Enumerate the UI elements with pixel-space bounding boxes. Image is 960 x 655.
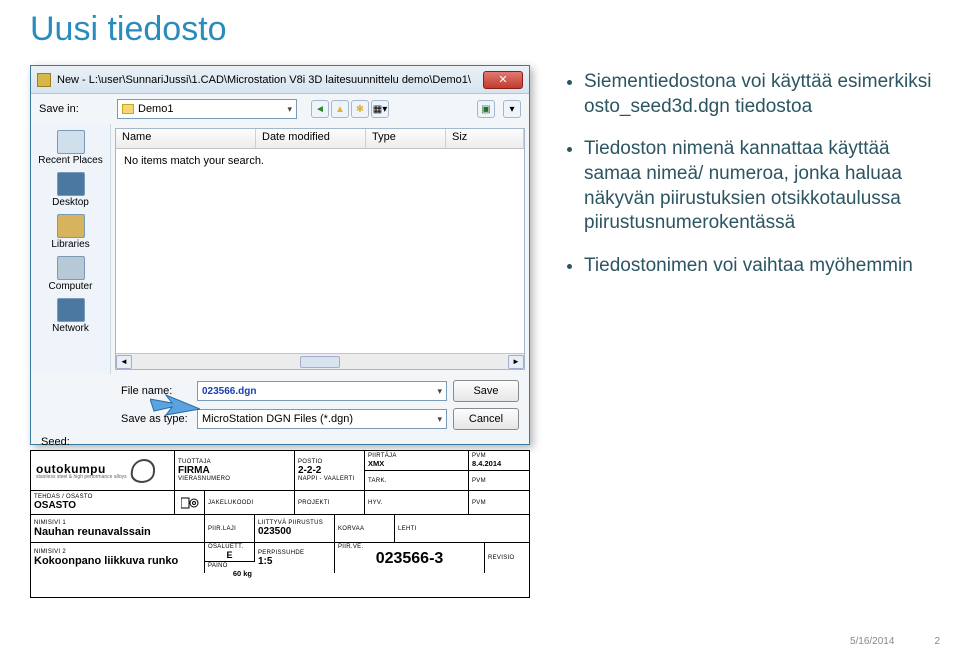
extra1-button[interactable]: ▣ bbox=[477, 100, 495, 118]
extra2-button[interactable]: ▾ bbox=[503, 100, 521, 118]
views-button[interactable]: ▦▾ bbox=[371, 100, 389, 118]
h-scrollbar[interactable]: ◄ ► bbox=[116, 353, 524, 369]
lbl-nappi: NAPPI - VAALERTI bbox=[298, 476, 361, 482]
save-in-value: Demo1 bbox=[138, 103, 173, 115]
val-postio: 2-2-2 bbox=[298, 465, 361, 476]
projection-icon bbox=[181, 496, 199, 510]
toolbar: Save in: Demo1 ◄ ▲ ✱ ▦▾ ▣ ▾ bbox=[31, 94, 529, 124]
val-firma: FIRMA bbox=[178, 465, 291, 476]
lbl-lehti: LEHTI bbox=[398, 526, 526, 532]
title-block: outokumpu stainless steel & high perform… bbox=[30, 450, 530, 598]
save-type-value: MicroStation DGN Files (*.dgn) bbox=[202, 413, 353, 425]
lbl-vierasnro: VIERASNUMERO bbox=[178, 476, 291, 482]
place-label: Recent Places bbox=[38, 155, 102, 166]
lbl-pirlaji: PIIR.LAJI bbox=[208, 526, 251, 532]
lbl-rev: REVISIO bbox=[488, 555, 526, 561]
titlebar: New - L:\user\SunnariJussi\1.CAD\Microst… bbox=[31, 66, 529, 94]
lbl-hyv-pvm: PVM bbox=[472, 500, 526, 506]
val-osasto: OSASTO bbox=[34, 500, 171, 511]
val-piirtaja: XMX bbox=[368, 459, 465, 468]
file-list[interactable]: Name Date modified Type Siz No items mat… bbox=[115, 128, 525, 370]
place-label: Computer bbox=[49, 281, 93, 292]
save-type-field[interactable]: MicroStation DGN Files (*.dgn) bbox=[197, 409, 447, 429]
window-title: New - L:\user\SunnariJussi\1.CAD\Microst… bbox=[57, 74, 483, 86]
bullet-2: Tiedoston nimenä kannattaa käyttää samaa… bbox=[584, 137, 942, 236]
lbl-projekti: PROJEKTI bbox=[298, 500, 361, 506]
places-bar: Recent Places Desktop Libraries Computer… bbox=[31, 124, 111, 374]
logo-ring-icon bbox=[129, 459, 156, 483]
newfolder-button[interactable]: ✱ bbox=[351, 100, 369, 118]
place-label: Libraries bbox=[51, 239, 89, 250]
lbl-tark-pvm: PVM bbox=[472, 478, 526, 484]
brand-tagline: stainless steel & high performance alloy… bbox=[36, 474, 127, 480]
val-liittyva: 023500 bbox=[258, 526, 331, 537]
place-label: Desktop bbox=[52, 197, 89, 208]
lbl-jakelu: JAKELUKOODI bbox=[208, 500, 291, 506]
val-piirno: 023566-3 bbox=[338, 550, 481, 568]
place-network[interactable]: Network bbox=[31, 298, 110, 334]
save-type-label: Save as type: bbox=[121, 413, 191, 425]
scroll-thumb[interactable] bbox=[300, 356, 340, 368]
file-name-value: 023566.dgn bbox=[202, 386, 256, 397]
bullet-1: Siementiedostona voi käyttää esimerkiksi… bbox=[584, 70, 942, 119]
scroll-right[interactable]: ► bbox=[508, 355, 524, 369]
lbl-korvaa: KORVAA bbox=[338, 526, 391, 532]
seed-label: Seed: bbox=[41, 436, 65, 448]
folder-icon bbox=[122, 104, 134, 114]
save-button[interactable]: Save bbox=[453, 380, 519, 402]
save-dialog: New - L:\user\SunnariJussi\1.CAD\Microst… bbox=[30, 65, 530, 445]
file-name-label: File name: bbox=[121, 385, 191, 397]
lbl-hyv: HYV. bbox=[368, 500, 465, 506]
val-nim2: Kokoonpano liikkuva runko bbox=[34, 555, 201, 567]
bullet-3: Tiedostonimen voi vaihtaa myöhemmin bbox=[584, 254, 942, 279]
app-icon bbox=[37, 73, 51, 87]
footer-page: 2 bbox=[934, 636, 940, 647]
bullets: Siementiedostona voi käyttää esimerkiksi… bbox=[562, 70, 942, 297]
place-desktop[interactable]: Desktop bbox=[31, 172, 110, 208]
col-name[interactable]: Name bbox=[116, 129, 256, 148]
footer: 5/16/2014 2 bbox=[850, 636, 940, 647]
up-button[interactable]: ▲ bbox=[331, 100, 349, 118]
place-recent[interactable]: Recent Places bbox=[31, 130, 110, 166]
lbl-tark: TARK. bbox=[368, 478, 465, 484]
logo-cell: outokumpu stainless steel & high perform… bbox=[31, 451, 175, 491]
col-type[interactable]: Type bbox=[366, 129, 446, 148]
close-button[interactable]: ✕ bbox=[483, 71, 523, 89]
scroll-left[interactable]: ◄ bbox=[116, 355, 132, 369]
save-in-combo[interactable]: Demo1 bbox=[117, 99, 297, 119]
val-pvm: 8.4.2014 bbox=[472, 459, 526, 468]
back-button[interactable]: ◄ bbox=[311, 100, 329, 118]
col-size[interactable]: Siz bbox=[446, 129, 524, 148]
val-osal: E bbox=[208, 550, 251, 560]
empty-message: No items match your search. bbox=[116, 149, 524, 173]
val-perp: 1:5 bbox=[258, 556, 331, 567]
place-libraries[interactable]: Libraries bbox=[31, 214, 110, 250]
footer-date: 5/16/2014 bbox=[850, 636, 895, 647]
cancel-button[interactable]: Cancel bbox=[453, 408, 519, 430]
file-name-field[interactable]: 023566.dgn bbox=[197, 381, 447, 401]
place-computer[interactable]: Computer bbox=[31, 256, 110, 292]
proj-icon-cell bbox=[175, 491, 205, 515]
val-nim1: Nauhan reunavalssain bbox=[34, 526, 201, 538]
list-header[interactable]: Name Date modified Type Siz bbox=[116, 129, 524, 149]
col-date[interactable]: Date modified bbox=[256, 129, 366, 148]
save-in-label: Save in: bbox=[39, 103, 109, 115]
place-label: Network bbox=[52, 323, 89, 334]
val-paino: 60 kg bbox=[208, 569, 252, 578]
page-title: Uusi tiedosto bbox=[0, 0, 960, 49]
